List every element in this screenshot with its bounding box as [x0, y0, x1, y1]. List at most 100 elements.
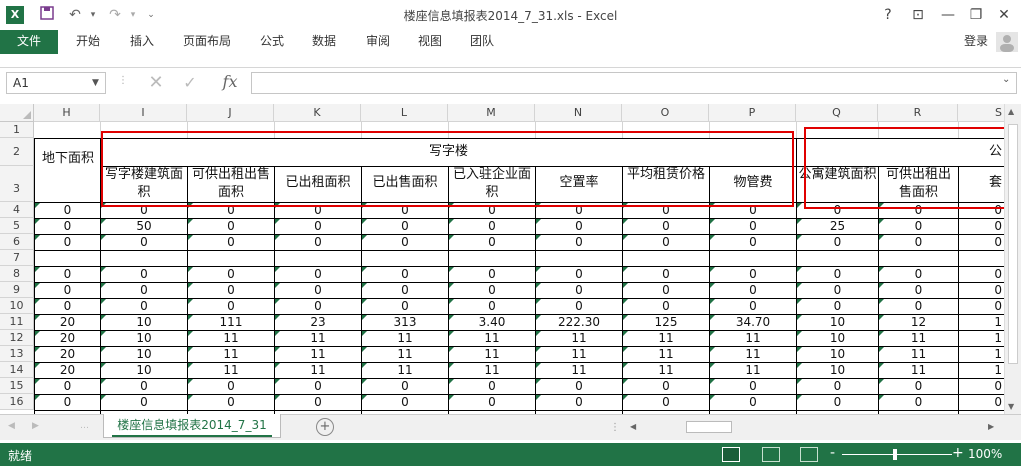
- data-cell[interactable]: 11: [623, 363, 709, 378]
- tab-data[interactable]: 数据: [302, 30, 346, 54]
- data-cell[interactable]: [536, 251, 622, 266]
- data-cell[interactable]: 0: [101, 395, 187, 410]
- data-cell[interactable]: [710, 251, 796, 266]
- data-cell[interactable]: 0: [275, 267, 361, 282]
- data-cell[interactable]: 0: [35, 203, 100, 218]
- data-cell[interactable]: 0: [362, 235, 448, 250]
- data-cell[interactable]: 0: [879, 283, 958, 298]
- data-cell[interactable]: 0: [879, 379, 958, 394]
- data-cell[interactable]: [797, 251, 878, 266]
- avatar[interactable]: [996, 32, 1018, 52]
- data-cell[interactable]: 0: [188, 219, 274, 234]
- data-cell[interactable]: 0: [536, 219, 622, 234]
- data-cell[interactable]: 0: [879, 299, 958, 314]
- data-cell[interactable]: 0: [188, 235, 274, 250]
- data-cell[interactable]: 0: [536, 235, 622, 250]
- data-cell[interactable]: 0: [449, 235, 535, 250]
- data-cell[interactable]: 0: [710, 283, 796, 298]
- data-cell[interactable]: 0: [797, 267, 878, 282]
- data-cell[interactable]: [959, 251, 1004, 266]
- scroll-right-icon[interactable]: ▶: [988, 422, 994, 431]
- column-header-i[interactable]: I: [100, 104, 187, 122]
- data-cell[interactable]: 0: [362, 379, 448, 394]
- data-cell[interactable]: 0: [449, 299, 535, 314]
- minimize-button[interactable]: —: [934, 4, 962, 26]
- data-cell[interactable]: 0: [623, 267, 709, 282]
- vertical-scrollbar[interactable]: ▲ ▼: [1004, 104, 1021, 414]
- column-header-s[interactable]: S: [958, 104, 1004, 122]
- tab-home[interactable]: 开始: [66, 30, 110, 54]
- tab-formulas[interactable]: 公式: [250, 30, 294, 54]
- name-box-dropdown-icon[interactable]: ▼: [92, 72, 106, 94]
- close-button[interactable]: ✕: [990, 4, 1018, 26]
- tab-split-icon[interactable]: ⋮: [610, 422, 620, 433]
- data-cell[interactable]: 0: [879, 395, 958, 410]
- data-cell[interactable]: 1: [959, 347, 1004, 362]
- data-cell[interactable]: [188, 251, 274, 266]
- scroll-up-icon[interactable]: ▲: [1008, 107, 1014, 116]
- data-cell[interactable]: 0: [188, 379, 274, 394]
- data-cell[interactable]: 111: [188, 315, 274, 330]
- data-cell[interactable]: 0: [362, 219, 448, 234]
- data-cell[interactable]: 11: [362, 347, 448, 362]
- zoom-out-button[interactable]: -: [830, 445, 835, 461]
- data-cell[interactable]: 11: [449, 347, 535, 362]
- add-sheet-button[interactable]: +: [316, 418, 334, 436]
- horizontal-scroll-thumb[interactable]: [686, 421, 732, 433]
- data-cell[interactable]: 20: [35, 363, 100, 378]
- data-cell[interactable]: 0: [188, 299, 274, 314]
- column-header-l[interactable]: L: [361, 104, 448, 122]
- data-cell[interactable]: 0: [536, 379, 622, 394]
- vertical-scroll-thumb[interactable]: [1008, 124, 1018, 364]
- data-cell[interactable]: 11: [623, 347, 709, 362]
- tab-view[interactable]: 视图: [408, 30, 452, 54]
- column-header-j[interactable]: J: [187, 104, 274, 122]
- data-cell[interactable]: 0: [35, 267, 100, 282]
- data-cell[interactable]: 0: [101, 235, 187, 250]
- scroll-left-icon[interactable]: ◀: [630, 422, 636, 431]
- data-cell[interactable]: 11: [362, 331, 448, 346]
- data-cell[interactable]: 10: [101, 315, 187, 330]
- data-cell[interactable]: [879, 251, 958, 266]
- data-cell[interactable]: 0: [275, 379, 361, 394]
- data-cell[interactable]: 0: [797, 299, 878, 314]
- data-cell[interactable]: 0: [623, 395, 709, 410]
- data-cell[interactable]: 0: [959, 283, 1004, 298]
- data-cell[interactable]: 12: [879, 315, 958, 330]
- name-box[interactable]: A1: [6, 72, 106, 94]
- tab-review[interactable]: 审阅: [356, 30, 400, 54]
- data-cell[interactable]: 0: [101, 379, 187, 394]
- data-cell[interactable]: 0: [362, 395, 448, 410]
- data-cell[interactable]: 11: [879, 331, 958, 346]
- data-cell[interactable]: 11: [710, 331, 796, 346]
- data-cell[interactable]: 10: [797, 347, 878, 362]
- data-cell[interactable]: 0: [35, 283, 100, 298]
- data-cell[interactable]: 0: [449, 395, 535, 410]
- data-cell[interactable]: 0: [879, 219, 958, 234]
- data-cell[interactable]: 0: [101, 267, 187, 282]
- data-cell[interactable]: 20: [35, 347, 100, 362]
- zoom-level[interactable]: 100%: [968, 447, 1002, 461]
- data-cell[interactable]: 0: [959, 235, 1004, 250]
- formula-input[interactable]: [251, 72, 1017, 94]
- data-cell[interactable]: 0: [536, 395, 622, 410]
- tab-file[interactable]: 文件: [0, 30, 58, 54]
- column-header-o[interactable]: O: [622, 104, 709, 122]
- data-cell[interactable]: 0: [101, 299, 187, 314]
- data-cell[interactable]: 25: [797, 219, 878, 234]
- data-cell[interactable]: 222.30: [536, 315, 622, 330]
- data-cell[interactable]: 0: [362, 299, 448, 314]
- data-cell[interactable]: 0: [797, 395, 878, 410]
- data-cell[interactable]: 20: [35, 331, 100, 346]
- column-header-q[interactable]: Q: [796, 104, 878, 122]
- data-cell[interactable]: 0: [188, 283, 274, 298]
- horizontal-scrollbar[interactable]: ◀ ▶: [620, 419, 1004, 436]
- data-cell[interactable]: 0: [959, 379, 1004, 394]
- data-cell[interactable]: 0: [35, 395, 100, 410]
- data-cell[interactable]: 0: [188, 267, 274, 282]
- data-cell[interactable]: 11: [879, 347, 958, 362]
- insert-function-button[interactable]: fx: [216, 70, 244, 94]
- data-cell[interactable]: [362, 251, 448, 266]
- data-cell[interactable]: 0: [710, 379, 796, 394]
- data-cell[interactable]: 11: [710, 363, 796, 378]
